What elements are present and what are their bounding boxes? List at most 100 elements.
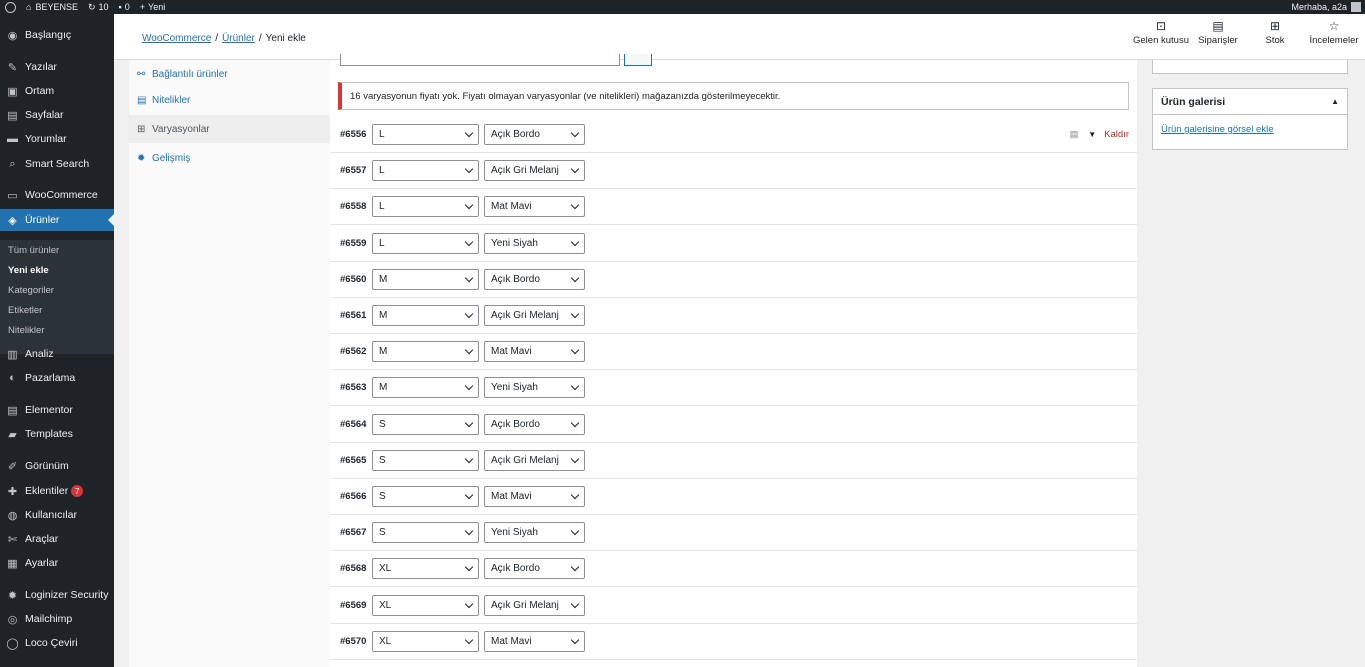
color-select[interactable]: Mat Mavi	[484, 486, 585, 507]
chevron-down-icon	[570, 418, 580, 427]
sidebar-item-loginizer-security[interactable]: ✹ Loginizer Security	[0, 584, 114, 606]
size-select[interactable]: S	[372, 413, 479, 435]
size-select[interactable]: XL	[372, 558, 479, 580]
color-select[interactable]: Açık Gri Melanj	[484, 305, 585, 326]
comments-link[interactable]: ▪ 0	[114, 0, 135, 14]
sidebar-item-ürünler[interactable]: ◈ Ürünler	[0, 209, 114, 231]
sidebar-item-smart-search[interactable]: ⌕ Smart Search	[0, 153, 114, 175]
color-select-value: Yeni Siyah	[491, 237, 538, 249]
header-button-orders[interactable]: ▤ Siparişler	[1190, 20, 1246, 47]
submenu-item-2[interactable]: Kategoriler	[0, 281, 114, 299]
size-select[interactable]: M	[372, 341, 479, 363]
size-select[interactable]: M	[372, 377, 479, 399]
sidebar-item-kullanıcılar[interactable]: ◍ Kullanıcılar	[0, 504, 114, 526]
product-gallery-header[interactable]: Ürün galerisi ▲	[1153, 89, 1347, 115]
color-select[interactable]: Mat Mavi	[484, 341, 585, 363]
size-select[interactable]: L	[372, 196, 479, 218]
variation-row[interactable]: #6568 XL Açık Bordo	[330, 551, 1137, 588]
variation-row[interactable]: #6569 XL Açık Gri Melanj	[330, 588, 1137, 624]
size-select[interactable]: S	[372, 486, 479, 507]
size-select-value: S	[379, 491, 386, 502]
new-content-link[interactable]: + Yeni	[135, 0, 170, 14]
color-select[interactable]: Açık Gri Melanj	[484, 594, 585, 616]
variation-row[interactable]: #6560 M Açık Bordo	[330, 262, 1137, 298]
sidebar-item-eklentiler[interactable]: ✚ Eklentiler 7	[0, 480, 114, 502]
size-select[interactable]: M	[372, 305, 479, 326]
product-tab-advanced-gear[interactable]: ✹ Gelişmiş	[129, 144, 330, 172]
variation-row[interactable]: #6565 S Açık Gri Melanj	[330, 443, 1137, 479]
sidebar-item-yazılar[interactable]: ✎ Yazılar	[0, 56, 114, 78]
header-button-star[interactable]: ☆ İncelemeler	[1306, 19, 1362, 47]
product-tab-attributes[interactable]: ▤ Nitelikler	[129, 86, 330, 114]
submenu-item-3[interactable]: Etiketler	[0, 301, 114, 319]
breadcrumb-woocommerce[interactable]: WooCommerce	[142, 33, 211, 44]
size-select[interactable]: L	[372, 232, 479, 254]
sidebar-item-woocommerce[interactable]: ▭ WooCommerce	[0, 184, 114, 206]
sidebar-item-ortam[interactable]: ▣ Ortam	[0, 80, 114, 102]
breadcrumb-products[interactable]: Ürünler	[222, 33, 255, 44]
sidebar-item-ayarlar[interactable]: ▦ Ayarlar	[0, 552, 114, 574]
color-select[interactable]: Mat Mavi	[484, 196, 585, 218]
size-select[interactable]: L	[372, 160, 479, 182]
variation-row[interactable]: #6561 M Açık Gri Melanj	[330, 298, 1137, 334]
color-select[interactable]: Yeni Siyah	[484, 232, 585, 254]
variation-row[interactable]: #6564 S Açık Bordo	[330, 407, 1137, 443]
sidebar-item-label: Elementor	[25, 404, 73, 416]
templates-icon: ▰	[8, 428, 17, 441]
color-select[interactable]: Açık Bordo	[484, 413, 585, 435]
variation-row[interactable]: #6562 M Mat Mavi	[330, 334, 1137, 371]
updates-link[interactable]: ↻ 10	[83, 0, 114, 14]
color-select[interactable]: Mat Mavi	[484, 630, 585, 652]
variation-row[interactable]: #6558 L Mat Mavi	[330, 189, 1137, 226]
wordpress-logo[interactable]	[0, 0, 21, 14]
star-icon: ☆	[1328, 19, 1340, 33]
header-button-inbox[interactable]: ⊡ Gelen kutusu	[1133, 20, 1189, 47]
sidebar-item-görünüm[interactable]: ✐ Görünüm	[0, 455, 114, 477]
size-select[interactable]: XL	[372, 630, 479, 652]
variation-row[interactable]: #6556 L Açık Bordo ▤ ▼ Kaldır	[330, 117, 1137, 153]
variation-row[interactable]: #6570 XL Mat Mavi	[330, 624, 1137, 660]
size-select[interactable]: M	[372, 268, 479, 290]
sidebar-item-başlangıç[interactable]: ◉ Başlangıç	[0, 24, 114, 46]
submenu-item-0[interactable]: Tüm ürünler	[0, 241, 114, 259]
size-select[interactable]: S	[372, 522, 479, 544]
product-tab-link[interactable]: ⚯ Bağlantılı ürünler	[129, 60, 330, 88]
header-button-stock[interactable]: ⊞ Stok	[1247, 20, 1303, 47]
color-select[interactable]: Açık Gri Melanj	[484, 160, 585, 182]
account-menu[interactable]: Merhaba, a2a	[1286, 0, 1365, 14]
variation-row[interactable]: #6559 L Yeni Siyah	[330, 226, 1137, 262]
sidebar-item-elementor[interactable]: ▤ Elementor	[0, 399, 114, 421]
variation-row[interactable]: #6563 M Yeni Siyah	[330, 370, 1137, 407]
size-select[interactable]: S	[372, 449, 479, 471]
collapse-arrow-icon[interactable]: ▲	[1331, 97, 1339, 106]
color-select[interactable]: Açık Bordo	[484, 558, 585, 580]
size-select[interactable]: XL	[372, 594, 479, 616]
sidebar-item-pazarlama[interactable]: ◐ Pazarlama	[0, 367, 114, 389]
submenu-item-4[interactable]: Nitelikler	[0, 321, 114, 339]
expand-arrow-icon[interactable]: ▼	[1088, 130, 1096, 139]
sidebar-item-yorumlar[interactable]: ▬ Yorumlar	[0, 128, 114, 150]
sidebar-item-analiz[interactable]: ▥ Analiz	[0, 343, 114, 365]
variation-row[interactable]: #6557 L Açık Gri Melanj	[330, 153, 1137, 190]
add-gallery-images-link[interactable]: Ürün galerisine görsel ekle	[1161, 124, 1273, 135]
site-name-link[interactable]: ⌂ BEYENSE	[21, 0, 83, 14]
sidebar-item-sayfalar[interactable]: ▤ Sayfalar	[0, 104, 114, 126]
remove-variation-link[interactable]: Kaldır	[1104, 129, 1129, 140]
variation-row[interactable]: #6567 S Yeni Siyah	[330, 515, 1137, 552]
bulk-actions-go-button[interactable]	[624, 54, 652, 66]
submenu-item-1[interactable]: Yeni ekle	[0, 261, 114, 279]
product-tab-variations[interactable]: ⊞ Varyasyonlar	[129, 115, 330, 143]
bulk-actions-select[interactable]	[340, 54, 620, 66]
sidebar-item-mailchimp[interactable]: ◎ Mailchimp	[0, 608, 114, 630]
sidebar-item-araçlar[interactable]: ✄ Araçlar	[0, 528, 114, 550]
color-select[interactable]: Açık Bordo	[484, 268, 585, 290]
size-select[interactable]: L	[372, 124, 479, 145]
sidebar-item-loco-çeviri[interactable]: ◯ Loco Çeviri	[0, 632, 114, 654]
color-select[interactable]: Yeni Siyah	[484, 522, 585, 544]
color-select[interactable]: Açık Bordo	[484, 124, 585, 145]
color-select[interactable]: Açık Gri Melanj	[484, 449, 585, 471]
sidebar-item-templates[interactable]: ▰ Templates	[0, 423, 114, 445]
color-select[interactable]: Yeni Siyah	[484, 377, 585, 399]
variation-row[interactable]: #6566 S Mat Mavi	[330, 479, 1137, 515]
drag-handle-icon[interactable]: ▤	[1070, 129, 1079, 140]
